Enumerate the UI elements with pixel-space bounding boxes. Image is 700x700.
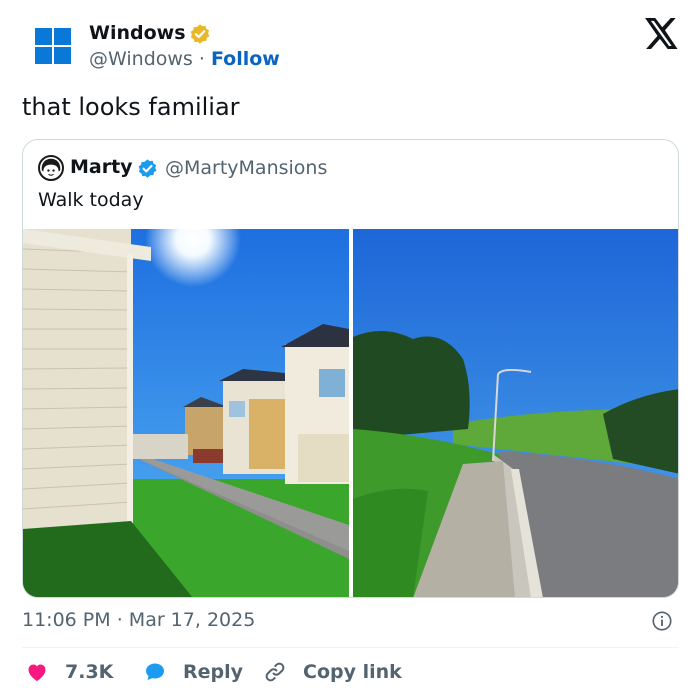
divider xyxy=(22,647,679,648)
tweet-timestamp[interactable]: 11:06 PM · Mar 17, 2025 xyxy=(22,609,255,631)
author-handle[interactable]: @Windows xyxy=(89,48,193,70)
tweet-header: Windows @Windows · Follow xyxy=(0,0,700,86)
tweet-date: Mar 17, 2025 xyxy=(128,609,256,631)
heart-icon xyxy=(28,664,46,681)
author-handle-line: @Windows · Follow xyxy=(89,48,280,70)
speech-bubble-icon xyxy=(146,663,164,680)
houses-walkway-photo[interactable] xyxy=(23,229,349,597)
quoted-tweet-text: Walk today xyxy=(38,189,144,211)
like-button[interactable]: 7.3K xyxy=(25,656,113,688)
verified-gold-badge-icon xyxy=(190,24,210,44)
action-bar: 7.3K Reply Copy link xyxy=(22,656,682,688)
quoted-author-handle[interactable]: @MartyMansions xyxy=(165,157,327,179)
x-logo-icon[interactable] xyxy=(645,18,679,49)
info-icon[interactable] xyxy=(651,610,673,632)
quoted-author-name[interactable]: Marty xyxy=(70,156,133,178)
tweet-time: 11:06 PM xyxy=(22,609,111,631)
handle-separator: · xyxy=(198,48,205,70)
verified-blue-badge-icon xyxy=(138,159,157,178)
copy-link-label: Copy link xyxy=(303,661,402,683)
windows-logo-icon[interactable] xyxy=(35,28,71,64)
like-count: 7.3K xyxy=(65,661,114,683)
follow-link[interactable]: Follow xyxy=(211,48,280,70)
copy-link-button[interactable]: Copy link xyxy=(263,656,402,688)
hill-road-photo[interactable] xyxy=(353,229,678,597)
avatar-face-icon xyxy=(41,158,61,176)
reply-label: Reply xyxy=(183,661,244,683)
author-name[interactable]: Windows xyxy=(89,22,186,44)
link-icon xyxy=(265,662,285,682)
quoted-tweet-card[interactable]: Marty @MartyMansions Walk today xyxy=(22,139,679,598)
tweet-text: that looks familiar xyxy=(22,93,240,121)
timestamp-separator: · xyxy=(116,609,123,631)
quoted-avatar[interactable] xyxy=(38,155,64,181)
reply-button[interactable]: Reply xyxy=(143,656,243,688)
